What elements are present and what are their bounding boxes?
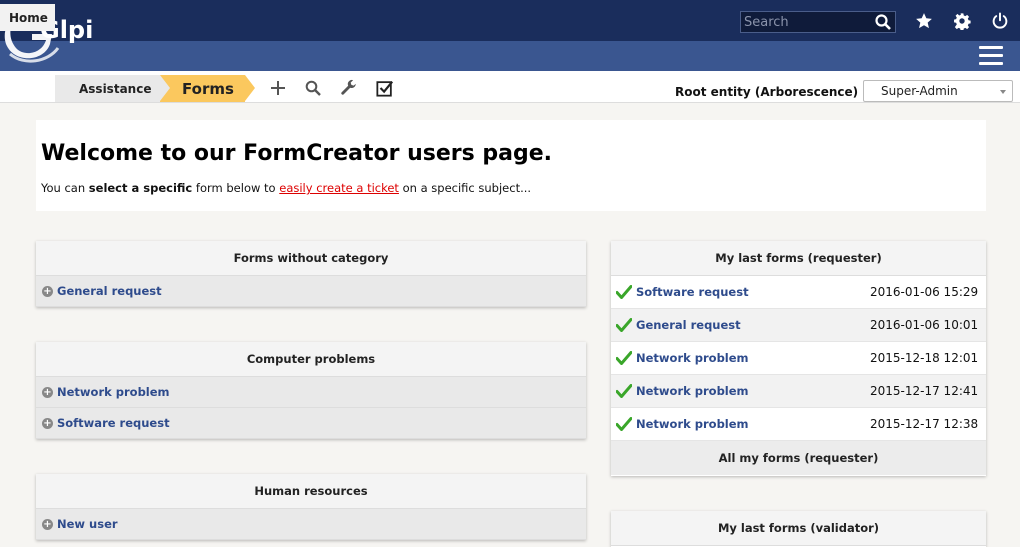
check-icon <box>616 285 632 299</box>
form-link[interactable]: Network problem <box>636 417 866 431</box>
plus-icon: + <box>42 417 53 429</box>
list-item[interactable]: General request 2016-01-06 10:01 <box>611 309 986 342</box>
category-title: Human resources <box>36 474 586 509</box>
form-link[interactable]: Network problem <box>636 351 866 365</box>
list-item[interactable]: Network problem 2015-12-17 12:41 <box>611 375 986 408</box>
page-title: Welcome to our FormCreator users page. <box>41 141 553 166</box>
category-title: Forms without category <box>36 241 586 276</box>
last-forms-requester-panel: My last forms (requester) Software reque… <box>611 241 986 476</box>
category-panel: Forms without category + General request <box>36 241 586 307</box>
form-link[interactable]: New user <box>57 517 118 531</box>
form-date: 2016-01-06 15:29 <box>870 285 979 299</box>
form-item[interactable]: + General request <box>36 276 586 307</box>
form-item[interactable]: + Software request <box>36 408 586 439</box>
last-forms-validator-panel: My last forms (validator) <box>611 511 986 547</box>
welcome-box: Welcome to our FormCreator users page. Y… <box>36 120 986 211</box>
search-input[interactable] <box>741 14 871 30</box>
form-link[interactable]: Software request <box>57 416 170 430</box>
header-menu-bar <box>0 41 1020 71</box>
panel-title: My last forms (validator) <box>611 511 986 546</box>
check-icon <box>616 351 632 365</box>
check-icon <box>616 417 632 431</box>
search-list-icon[interactable] <box>303 78 323 98</box>
category-title: Computer problems <box>36 342 586 377</box>
wrench-icon[interactable] <box>339 78 359 98</box>
list-item[interactable]: Network problem 2015-12-17 12:38 <box>611 408 986 441</box>
plus-icon: + <box>42 285 53 297</box>
form-link[interactable]: General request <box>636 318 866 332</box>
breadcrumb-home[interactable]: Home <box>0 4 55 31</box>
list-item[interactable]: Software request 2016-01-06 15:29 <box>611 276 986 309</box>
form-link[interactable]: General request <box>57 284 162 298</box>
logout-icon[interactable] <box>989 10 1011 32</box>
validation-check-icon[interactable] <box>375 78 395 98</box>
breadcrumb-assistance[interactable]: Assistance <box>55 75 160 102</box>
plus-icon: + <box>42 386 53 398</box>
search-box <box>740 11 896 33</box>
star-icon[interactable] <box>913 10 935 32</box>
all-forms-requester-link[interactable]: All my forms (requester) <box>611 441 986 475</box>
form-date: 2015-12-18 12:01 <box>870 351 979 365</box>
create-ticket-link[interactable]: easily create a ticket <box>279 181 399 195</box>
entity-label[interactable]: Root entity (Arborescence) <box>675 85 858 99</box>
menu-hamburger-icon[interactable] <box>979 46 1003 66</box>
form-date: 2015-12-17 12:38 <box>870 417 979 431</box>
form-link[interactable]: Network problem <box>636 384 866 398</box>
form-item[interactable]: + Network problem <box>36 377 586 408</box>
breadcrumb-separator <box>160 75 170 101</box>
form-link[interactable]: Software request <box>636 285 866 299</box>
panel-title: My last forms (requester) <box>611 241 986 276</box>
breadcrumb-separator <box>245 75 255 101</box>
list-item[interactable]: Network problem 2015-12-18 12:01 <box>611 342 986 375</box>
form-link[interactable]: Network problem <box>57 385 170 399</box>
add-icon[interactable] <box>268 78 288 98</box>
category-panel: Computer problems + Network problem + So… <box>36 342 586 439</box>
category-panel: Human resources + New user <box>36 474 586 540</box>
chevron-down-icon <box>1000 90 1006 94</box>
form-date: 2016-01-06 10:01 <box>870 318 979 332</box>
check-icon <box>616 318 632 332</box>
check-icon <box>616 384 632 398</box>
form-item[interactable]: + New user <box>36 509 586 540</box>
gear-icon[interactable] <box>951 10 973 32</box>
form-date: 2015-12-17 12:41 <box>870 384 979 398</box>
welcome-text: You can select a specific form below to … <box>41 181 532 195</box>
profile-select-value: Super-Admin <box>881 84 958 98</box>
profile-select[interactable]: Super-Admin <box>863 80 1013 102</box>
breadcrumb-forms[interactable]: Forms <box>160 75 245 102</box>
plus-icon: + <box>42 518 53 530</box>
search-icon[interactable] <box>871 12 895 32</box>
